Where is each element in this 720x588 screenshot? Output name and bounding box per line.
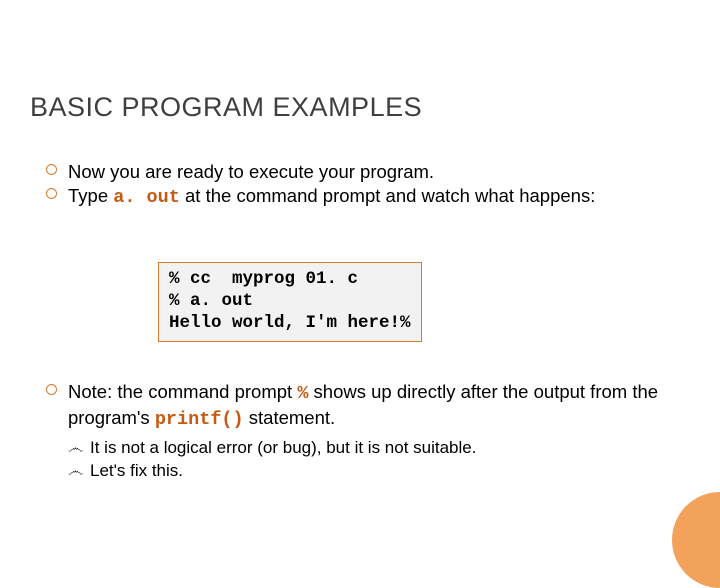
bullet-text-post: at the command prompt and watch what hap… xyxy=(180,185,595,206)
code-line: % a. out xyxy=(169,291,253,311)
sub-bullet-icon: ෴ xyxy=(68,439,83,459)
bullet-item: Now you are ready to execute your progra… xyxy=(46,160,670,184)
inline-code: a. out xyxy=(113,187,180,208)
bullet-item: Type a. out at the command prompt and wa… xyxy=(46,184,670,210)
note-text-post: statement. xyxy=(244,407,336,428)
code-line: % cc myprog 01. c xyxy=(169,269,358,289)
inline-code: % xyxy=(297,383,308,404)
sub-bullet-text: Let's fix this. xyxy=(90,461,183,480)
bullet-circle-icon xyxy=(46,188,57,199)
sub-bullet-text: It is not a logical error (or bug), but … xyxy=(90,438,476,457)
decorative-circle-icon xyxy=(672,492,720,588)
sub-bullet-item: ෴ Let's fix this. xyxy=(68,460,670,482)
sub-list: ෴ It is not a logical error (or bug), bu… xyxy=(68,437,670,482)
note-area: Note: the command prompt % shows up dire… xyxy=(46,380,670,483)
code-line: Hello world, I'm here!% xyxy=(169,313,411,333)
bullet-circle-icon xyxy=(46,164,57,175)
content-area: Now you are ready to execute your progra… xyxy=(46,160,670,209)
slide: BASIC PROGRAM EXAMPLES Now you are ready… xyxy=(0,0,720,540)
bullet-text-pre: Type xyxy=(68,185,113,206)
bullet-circle-icon xyxy=(46,384,57,395)
page-title: BASIC PROGRAM EXAMPLES xyxy=(30,92,422,123)
code-block: % cc myprog 01. c % a. out Hello world, … xyxy=(158,262,422,342)
sub-bullet-icon: ෴ xyxy=(68,462,83,482)
sub-bullet-item: ෴ It is not a logical error (or bug), bu… xyxy=(68,437,670,459)
inline-code: printf() xyxy=(155,409,244,430)
note-text-pre: Note: the command prompt xyxy=(68,381,297,402)
bullet-text: Now you are ready to execute your progra… xyxy=(68,161,434,182)
bullet-item: Note: the command prompt % shows up dire… xyxy=(46,380,670,431)
